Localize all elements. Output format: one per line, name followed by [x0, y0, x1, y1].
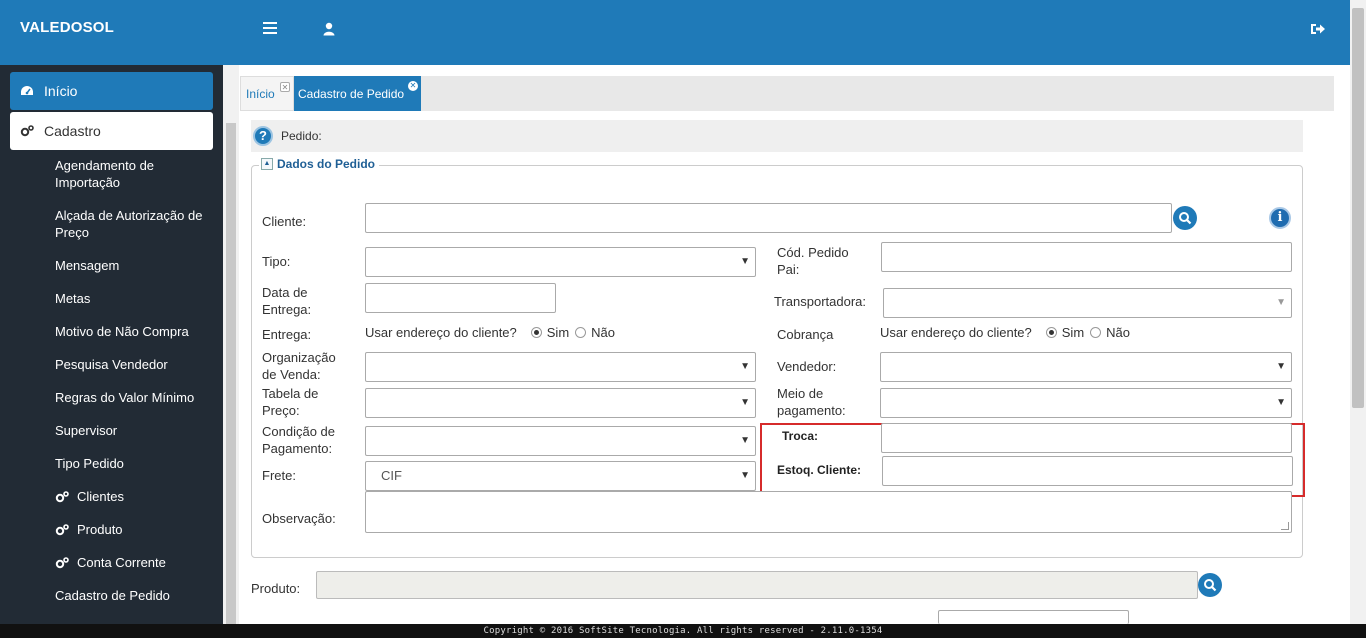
- sidebar-subitem-tipo-pedido[interactable]: Tipo Pedido: [55, 455, 215, 472]
- search-produto-icon[interactable]: [1198, 573, 1222, 597]
- estoq-cliente-label: Estoq. Cliente:: [777, 463, 862, 477]
- footer-copyright: Copyright © 2016 SoftSite Tecnologia. Al…: [0, 624, 1366, 638]
- sidebar-subitem-conta-corrente[interactable]: Conta Corrente: [55, 554, 215, 571]
- meio-pagamento-select[interactable]: ▼: [880, 388, 1292, 418]
- dashboard-icon: [20, 85, 34, 97]
- entrega-label: Entrega:: [262, 327, 312, 342]
- entrega-sim-radio[interactable]: [530, 327, 542, 338]
- tab-label: Cadastro de Pedido: [298, 86, 405, 101]
- cobranca-sim-radio[interactable]: [1045, 327, 1057, 338]
- tab-cadastro-pedido[interactable]: Cadastro de Pedido ✕: [294, 76, 421, 111]
- frete-label: Frete:: [262, 468, 296, 483]
- sidebar-subitem-pesquisa[interactable]: Pesquisa Vendedor: [55, 356, 215, 373]
- cobranca-question: Usar endereço do cliente?: [880, 325, 1032, 340]
- sidebar-item-inicio[interactable]: Início: [10, 72, 213, 110]
- org-venda-label: Organização de Venda:: [262, 350, 336, 382]
- troca-input[interactable]: [881, 423, 1292, 453]
- sidebar-item-label: Cadastro: [44, 123, 101, 139]
- observacao-textarea[interactable]: [365, 491, 1292, 533]
- transportadora-label: Transportadora:: [774, 294, 867, 309]
- data-entrega-input[interactable]: [365, 283, 556, 313]
- cliente-label: Cliente:: [262, 214, 307, 229]
- info-icon[interactable]: i: [1269, 207, 1291, 229]
- condicao-pagamento-select[interactable]: ▼: [365, 426, 756, 456]
- page-header: ? Pedido:: [251, 120, 1303, 152]
- sidebar-subitem-agendamento[interactable]: Agendamento de Importação: [55, 157, 215, 191]
- section-title: Dados do Pedido: [277, 157, 376, 171]
- gears-icon: [55, 490, 69, 503]
- condicao-pagamento-label: Condição de Pagamento:: [262, 424, 335, 456]
- troca-label: Troca:: [782, 429, 819, 443]
- sidebar-subitem-cadastro-pedido[interactable]: Cadastro de Pedido: [55, 587, 215, 604]
- cobranca-nao-radio[interactable]: [1090, 327, 1102, 338]
- data-entrega-label: Data de Entrega:: [262, 285, 312, 317]
- section-legend[interactable]: ▲ Dados do Pedido: [259, 157, 380, 171]
- sidebar-subitem-metas[interactable]: Metas: [55, 290, 215, 307]
- tab-bar: Início ✕ Cadastro de Pedido ✕: [240, 76, 1334, 111]
- collapse-icon[interactable]: ▲: [261, 158, 273, 170]
- nao-label: Não: [1106, 325, 1131, 340]
- hamburger-menu-icon[interactable]: [263, 22, 277, 35]
- sidebar-item-label: Início: [44, 83, 78, 99]
- gears-icon: [20, 125, 34, 137]
- observacao-label: Observação:: [262, 511, 336, 526]
- gears-icon: [55, 523, 69, 536]
- page-scrollbar[interactable]: [1350, 0, 1366, 624]
- help-icon[interactable]: ?: [253, 126, 273, 146]
- tab-label: Início: [246, 86, 275, 101]
- sidebar-item-cadastro[interactable]: Cadastro: [10, 112, 213, 150]
- brand-logo[interactable]: VALEDOSOL: [20, 19, 114, 36]
- search-cliente-icon[interactable]: [1173, 206, 1197, 230]
- nao-label: Não: [591, 325, 616, 340]
- cobranca-label: Cobrança: [777, 327, 834, 342]
- sidebar-subitem-clientes[interactable]: Clientes: [55, 488, 215, 505]
- sidebar-item-label: Produto: [77, 522, 123, 537]
- resize-grip-icon[interactable]: [1281, 522, 1289, 530]
- sim-label: Sim: [1061, 325, 1085, 340]
- tabela-preco-select[interactable]: ▼: [365, 388, 756, 418]
- close-icon[interactable]: ✕: [280, 82, 290, 92]
- sidebar-item-label: Conta Corrente: [77, 555, 166, 570]
- frete-value: CIF: [381, 468, 402, 483]
- sidebar-subitem-motivo[interactable]: Motivo de Não Compra: [55, 323, 215, 340]
- tipo-select[interactable]: ▼: [365, 247, 756, 277]
- cod-pedido-pai-label: Cód. Pedido Pai:: [777, 245, 849, 277]
- vendedor-label: Vendedor:: [777, 359, 837, 374]
- partial-input[interactable]: [938, 610, 1129, 624]
- frete-select[interactable]: CIF ▼: [365, 461, 756, 491]
- org-venda-select[interactable]: ▼: [365, 352, 756, 382]
- tab-inicio[interactable]: Início ✕: [240, 76, 294, 111]
- produto-label: Produto:: [251, 581, 301, 596]
- sidebar: Início Cadastro Agendamento de Importaçã…: [0, 65, 223, 624]
- meio-pagamento-label: Meio de pagamento:: [777, 386, 846, 418]
- estoq-cliente-input[interactable]: [882, 456, 1293, 486]
- transportadora-select[interactable]: ▼: [883, 288, 1292, 318]
- user-icon[interactable]: [323, 22, 335, 39]
- vendedor-select[interactable]: ▼: [880, 352, 1292, 382]
- cod-pedido-pai-input[interactable]: [881, 242, 1292, 272]
- sim-label: Sim: [546, 325, 570, 340]
- cliente-input[interactable]: [365, 203, 1172, 233]
- produto-input[interactable]: [316, 571, 1198, 599]
- tipo-label: Tipo:: [262, 254, 291, 269]
- sidebar-subitem-alcada[interactable]: Alçada de Autorização de Preço: [55, 207, 215, 241]
- entrega-radio-group: Usar endereço do cliente? Sim Não: [365, 325, 615, 340]
- entrega-nao-radio[interactable]: [575, 327, 587, 338]
- close-icon[interactable]: ✕: [408, 81, 418, 91]
- gears-icon: [55, 556, 69, 569]
- sidebar-subitem-produto[interactable]: Produto: [55, 521, 215, 538]
- cobranca-radio-group: Usar endereço do cliente? Sim Não: [880, 325, 1130, 340]
- sidebar-subitem-regras[interactable]: Regras do Valor Mínimo: [55, 389, 215, 406]
- sidebar-subitem-supervisor[interactable]: Supervisor: [55, 422, 215, 439]
- sidebar-item-label: Clientes: [77, 489, 124, 504]
- tabela-preco-label: Tabela de Preço:: [262, 386, 319, 418]
- top-navbar: VALEDOSOL: [0, 0, 1350, 65]
- logout-icon[interactable]: [1310, 22, 1326, 39]
- sidebar-subitem-mensagem[interactable]: Mensagem: [55, 257, 215, 274]
- entrega-question: Usar endereço do cliente?: [365, 325, 517, 340]
- page-title: Pedido:: [281, 129, 322, 143]
- content-scrollbar[interactable]: [223, 65, 239, 624]
